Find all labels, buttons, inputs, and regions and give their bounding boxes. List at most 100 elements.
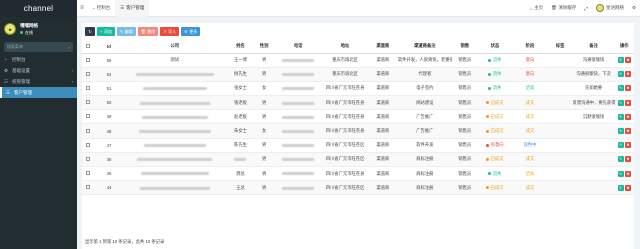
column-header[interactable]: 阶段: [512, 40, 548, 54]
delete-row-icon[interactable]: ✖: [625, 85, 632, 92]
name-text: 陈先生: [234, 142, 247, 148]
edit-row-icon[interactable]: ✎: [617, 128, 624, 135]
menu-search-placeholder: 搜索菜单: [7, 44, 23, 49]
clear-cache-button[interactable]: 🗑 清除缓存: [547, 5, 580, 11]
column-header[interactable]: 销售: [451, 40, 478, 54]
delete-row-icon[interactable]: ✖: [625, 113, 632, 120]
row-checkbox[interactable]: [86, 156, 91, 161]
more-button[interactable]: ⚙ 更多: [181, 27, 201, 36]
sidebar-item-0[interactable]: ◔ 控制台: [0, 54, 77, 65]
delete-row-icon[interactable]: ✖: [625, 142, 632, 149]
column-header[interactable]: 状态: [477, 40, 513, 54]
cell-name: 陈先生: [226, 138, 255, 153]
column-header[interactable]: 性别: [254, 40, 274, 54]
menu-toggle-icon[interactable]: ≡: [77, 5, 87, 11]
row-checkbox[interactable]: [86, 85, 91, 90]
sidebar-item-1[interactable]: ⚙ 基础设置 ‹: [0, 65, 77, 76]
cell-actions: ✎ ✖: [614, 53, 634, 68]
select-all-cell: [82, 40, 95, 54]
redacted-phone: [282, 172, 315, 176]
stage-text: 成交: [525, 184, 535, 190]
row-checkbox[interactable]: [86, 171, 91, 176]
cell-phone: [273, 109, 323, 125]
delete-row-icon[interactable]: ✖: [625, 184, 632, 191]
edit-button[interactable]: ✎ 编辑: [116, 27, 136, 36]
row-checkbox[interactable]: [86, 71, 91, 76]
row-checkbox[interactable]: [86, 57, 91, 62]
delete-button[interactable]: 🗑 删除: [137, 27, 159, 36]
refresh-button[interactable]: ↻: [85, 27, 95, 36]
status-dot-icon: [488, 72, 492, 76]
name-text: 杨先生: [234, 71, 247, 77]
row-checkbox[interactable]: [86, 100, 91, 105]
app-logo[interactable]: channel: [0, 0, 77, 18]
delete-row-icon[interactable]: ✖: [625, 99, 632, 106]
edit-row-icon[interactable]: ✎: [617, 156, 624, 163]
row-checkbox[interactable]: [86, 142, 91, 147]
fullscreen-button[interactable]: ⤢: [580, 6, 592, 11]
cell-company: [122, 67, 227, 82]
import-button[interactable]: ⇪ 导入: [160, 27, 180, 36]
status-dot-icon: [486, 157, 490, 161]
edit-row-icon[interactable]: ✎: [617, 71, 624, 78]
cell-note: [572, 152, 615, 168]
edit-row-icon[interactable]: ✎: [617, 142, 624, 149]
user-status-label: 在线: [25, 29, 33, 35]
column-header[interactable]: 操作: [614, 40, 634, 54]
column-header[interactable]: 渠道商: [367, 40, 398, 54]
settings-button[interactable]: ⚙: [628, 5, 640, 11]
table-row[interactable]: 55 测试 王一博 男 重庆市渝北区渠道商软件开发，人很爽快，老婆很支销售员 流失 意向 沟通…: [82, 53, 634, 68]
edit-row-icon[interactable]: ✎: [617, 170, 624, 177]
cell-gender: 男: [254, 180, 274, 196]
user-menu[interactable]: 星语网络: [592, 4, 628, 12]
tab-0[interactable]: ◔ 控制台: [87, 0, 115, 17]
delete-row-icon[interactable]: ✖: [625, 128, 632, 135]
delete-row-icon[interactable]: ✖: [625, 71, 632, 78]
delete-row-icon[interactable]: ✖: [625, 156, 632, 163]
table-row[interactable]: 49 赵老板 男 四川省广元市旺苍县 渠道商 广告推广 销售员 已成交 成交 沉默很愉快 ✎ ✖: [82, 109, 634, 125]
cell-id: 50: [94, 95, 123, 111]
list-icon: ☰: [6, 89, 11, 95]
cell-sales: 销售员: [451, 180, 478, 196]
cell-id: 51: [94, 81, 123, 97]
table-row[interactable]: 51 张女士 女 四川省广元市旺苍县 渠道商 电子签约 销售员 流失 洽谈 先如她要 ✎ ✖: [82, 81, 634, 97]
column-header[interactable]: 姓名: [226, 40, 255, 54]
column-header[interactable]: 公司: [122, 40, 227, 54]
menu-search-input[interactable]: 搜索菜单 ⌕: [4, 42, 73, 52]
table-row[interactable]: 47 陈先生 男 四川省广元市旺苍区 渠道商 软件开发 销售员 有意向 谈判中 ✎ ✖: [82, 138, 634, 153]
sidebar-item-3[interactable]: ☰ 客户管理: [0, 87, 77, 98]
column-header[interactable]: Id: [94, 40, 123, 54]
delete-row-icon[interactable]: ✖: [625, 57, 632, 64]
select-all-checkbox[interactable]: [86, 43, 91, 48]
table-row[interactable]: 45 龚总 男 四川省广元市旺苍县 渠道商 商标注册 销售员 流失 洽谈 ✎ ✖: [82, 166, 634, 182]
column-header[interactable]: 地址: [322, 40, 368, 54]
cell-company: [122, 138, 227, 153]
search-icon[interactable]: ⌕: [68, 45, 70, 50]
clear-cache-label: 清除缓存: [558, 5, 577, 10]
table-row[interactable]: 52 杨先生 男 重庆市渝北区 渠道商 代理者 销售员 流失 意向 沟通很愉快，下次 ✎ ✖: [82, 67, 634, 82]
edit-row-icon[interactable]: ✎: [617, 99, 624, 106]
column-header[interactable]: 标签: [547, 40, 573, 54]
row-checkbox[interactable]: [86, 114, 91, 119]
cell-actions: ✎ ✖: [614, 67, 634, 82]
table-row[interactable]: 46 男 四川省广元市旺苍区 渠道商 商标注册 销售员 已成交 成交 ✎ ✖: [82, 152, 634, 168]
table-row[interactable]: 50 钱老板 男 四川省广元市旺苍县 渠道商 网站建设 销售员 已成交 成交 反馈沟通中，要先获得…: [82, 95, 634, 111]
table-row[interactable]: 44 王总 男 四川省广元市旺苍区 渠道商 商标注册 销售员 已成交 成交 ✎ ✖: [82, 180, 634, 196]
delete-row-icon[interactable]: ✖: [625, 170, 632, 177]
row-checkbox[interactable]: [86, 128, 91, 133]
tab-1[interactable]: ☰ 客户管理: [115, 0, 150, 17]
edit-row-icon[interactable]: ✎: [617, 85, 624, 92]
column-header[interactable]: 渠道商备注: [397, 40, 452, 54]
sidebar-item-2[interactable]: ☷ 权限管理 ‹: [0, 76, 77, 87]
edit-row-icon[interactable]: ✎: [617, 113, 624, 120]
cell-channel-note: 商标注册: [397, 166, 452, 182]
row-checkbox[interactable]: [86, 185, 91, 190]
column-header[interactable]: 电话: [273, 40, 323, 54]
table-row[interactable]: 48 朱女士 女 四川省广元市旺苍县 渠道商 广告推广 销售员 已成交 成交 ✎ ✖: [82, 123, 634, 139]
add-button[interactable]: + 添加: [97, 27, 115, 36]
cell-phone: [273, 152, 323, 168]
home-link[interactable]: ⌂ 主页: [526, 5, 547, 11]
edit-row-icon[interactable]: ✎: [617, 57, 624, 64]
column-header[interactable]: 备注: [572, 40, 615, 54]
edit-row-icon[interactable]: ✎: [617, 184, 624, 191]
